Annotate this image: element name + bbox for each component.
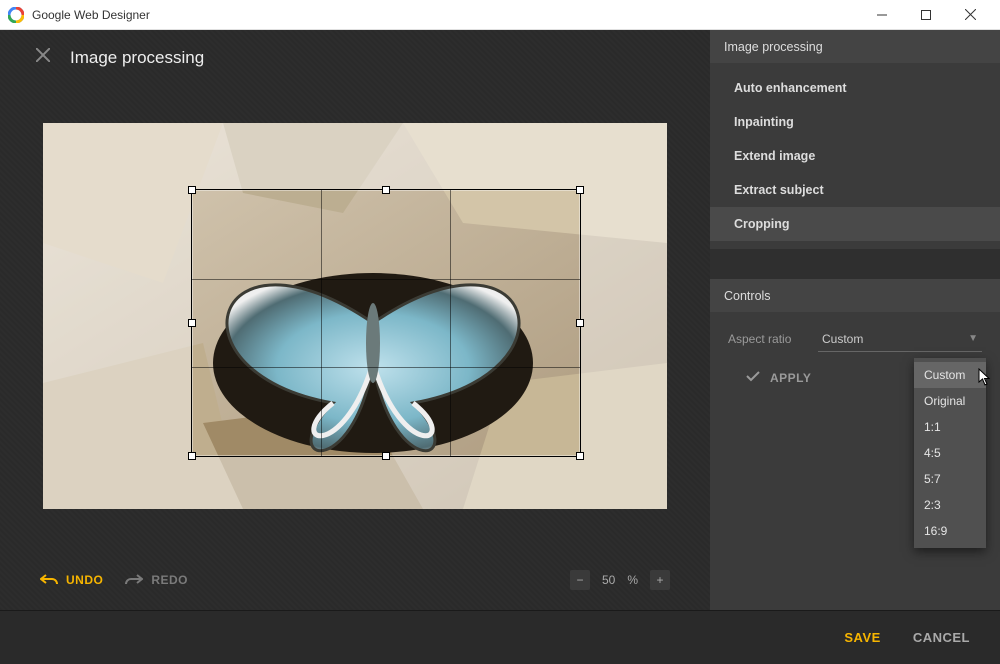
aspect-option-16-9[interactable]: 16:9 xyxy=(914,518,986,544)
redo-label: REDO xyxy=(151,573,188,587)
zoom-controls: − 50 % + xyxy=(570,570,670,590)
app-logo-icon xyxy=(8,7,24,23)
aspect-ratio-menu: Custom Original 1:1 4:5 5:7 2:3 16:9 xyxy=(914,358,986,548)
editor-header: Image processing xyxy=(0,30,710,85)
redo-icon xyxy=(125,573,143,588)
panel-item-inpainting[interactable]: Inpainting xyxy=(710,105,1000,139)
panel-item-extract-subject[interactable]: Extract subject xyxy=(710,173,1000,207)
aspect-option-5-7[interactable]: 5:7 xyxy=(914,466,986,492)
footer-bar: SAVE CANCEL xyxy=(0,610,1000,664)
save-button[interactable]: SAVE xyxy=(844,630,880,645)
app-body: Image processing xyxy=(0,30,1000,664)
zoom-out-button[interactable]: − xyxy=(570,570,590,590)
aspect-option-custom[interactable]: Custom xyxy=(914,362,986,388)
aspect-ratio-label: Aspect ratio xyxy=(728,332,808,346)
crop-handle-n[interactable] xyxy=(382,186,390,194)
crop-rectangle[interactable] xyxy=(191,189,581,457)
canvas-wrap xyxy=(0,85,710,550)
processing-list: Auto enhancement Inpainting Extend image… xyxy=(710,63,1000,249)
crop-handle-se[interactable] xyxy=(576,452,584,460)
crop-handle-sw[interactable] xyxy=(188,452,196,460)
crop-mask xyxy=(43,123,667,189)
editor-column: Image processing xyxy=(0,30,710,610)
panel-section-heading: Controls xyxy=(710,279,1000,312)
crop-grid-line xyxy=(192,367,580,368)
window-controls xyxy=(860,0,992,30)
crop-handle-w[interactable] xyxy=(188,319,196,327)
window-title: Google Web Designer xyxy=(32,8,860,22)
zoom-pct: % xyxy=(627,573,638,587)
crop-handle-s[interactable] xyxy=(382,452,390,460)
minimize-button[interactable] xyxy=(860,0,904,30)
aspect-option-2-3[interactable]: 2:3 xyxy=(914,492,986,518)
workspace: Image processing xyxy=(0,30,1000,610)
editor-toolbar: UNDO REDO − 50 % + xyxy=(0,550,710,610)
crop-mask xyxy=(43,189,191,457)
close-window-button[interactable] xyxy=(948,0,992,30)
crop-handle-nw[interactable] xyxy=(188,186,196,194)
undo-button[interactable]: UNDO xyxy=(40,573,103,588)
apply-label: APPLY xyxy=(770,371,811,385)
crop-handle-e[interactable] xyxy=(576,319,584,327)
redo-button[interactable]: REDO xyxy=(125,573,188,588)
aspect-option-1-1[interactable]: 1:1 xyxy=(914,414,986,440)
crop-mask xyxy=(43,457,667,509)
chevron-down-icon: ▼ xyxy=(968,333,978,344)
crop-grid-line xyxy=(450,190,451,456)
zoom-in-button[interactable]: + xyxy=(650,570,670,590)
panel-item-auto-enhancement[interactable]: Auto enhancement xyxy=(710,71,1000,105)
panel-gap xyxy=(710,249,1000,279)
crop-handle-ne[interactable] xyxy=(576,186,584,194)
undo-icon xyxy=(40,573,58,588)
panel-section-heading: Image processing xyxy=(710,30,1000,63)
close-icon[interactable] xyxy=(36,48,50,67)
image-canvas[interactable] xyxy=(43,123,667,509)
crop-mask xyxy=(581,189,667,457)
cancel-button[interactable]: CANCEL xyxy=(913,630,970,645)
right-panel: Image processing Auto enhancement Inpain… xyxy=(710,30,1000,610)
page-title: Image processing xyxy=(70,48,204,68)
check-icon xyxy=(746,370,760,385)
aspect-option-original[interactable]: Original xyxy=(914,388,986,414)
undo-label: UNDO xyxy=(66,573,103,587)
panel-item-cropping[interactable]: Cropping xyxy=(710,207,1000,241)
panel-item-extend-image[interactable]: Extend image xyxy=(710,139,1000,173)
aspect-ratio-row: Aspect ratio Custom ▼ xyxy=(728,326,982,352)
zoom-value: 50 xyxy=(602,573,615,587)
maximize-button[interactable] xyxy=(904,0,948,30)
controls-body: Aspect ratio Custom ▼ APPLY Custom Origi… xyxy=(710,312,1000,399)
aspect-option-4-5[interactable]: 4:5 xyxy=(914,440,986,466)
aspect-ratio-dropdown[interactable]: Custom ▼ xyxy=(818,326,982,352)
crop-grid-line xyxy=(192,279,580,280)
crop-grid-line xyxy=(321,190,322,456)
aspect-ratio-value: Custom xyxy=(822,332,863,346)
title-bar: Google Web Designer xyxy=(0,0,1000,30)
